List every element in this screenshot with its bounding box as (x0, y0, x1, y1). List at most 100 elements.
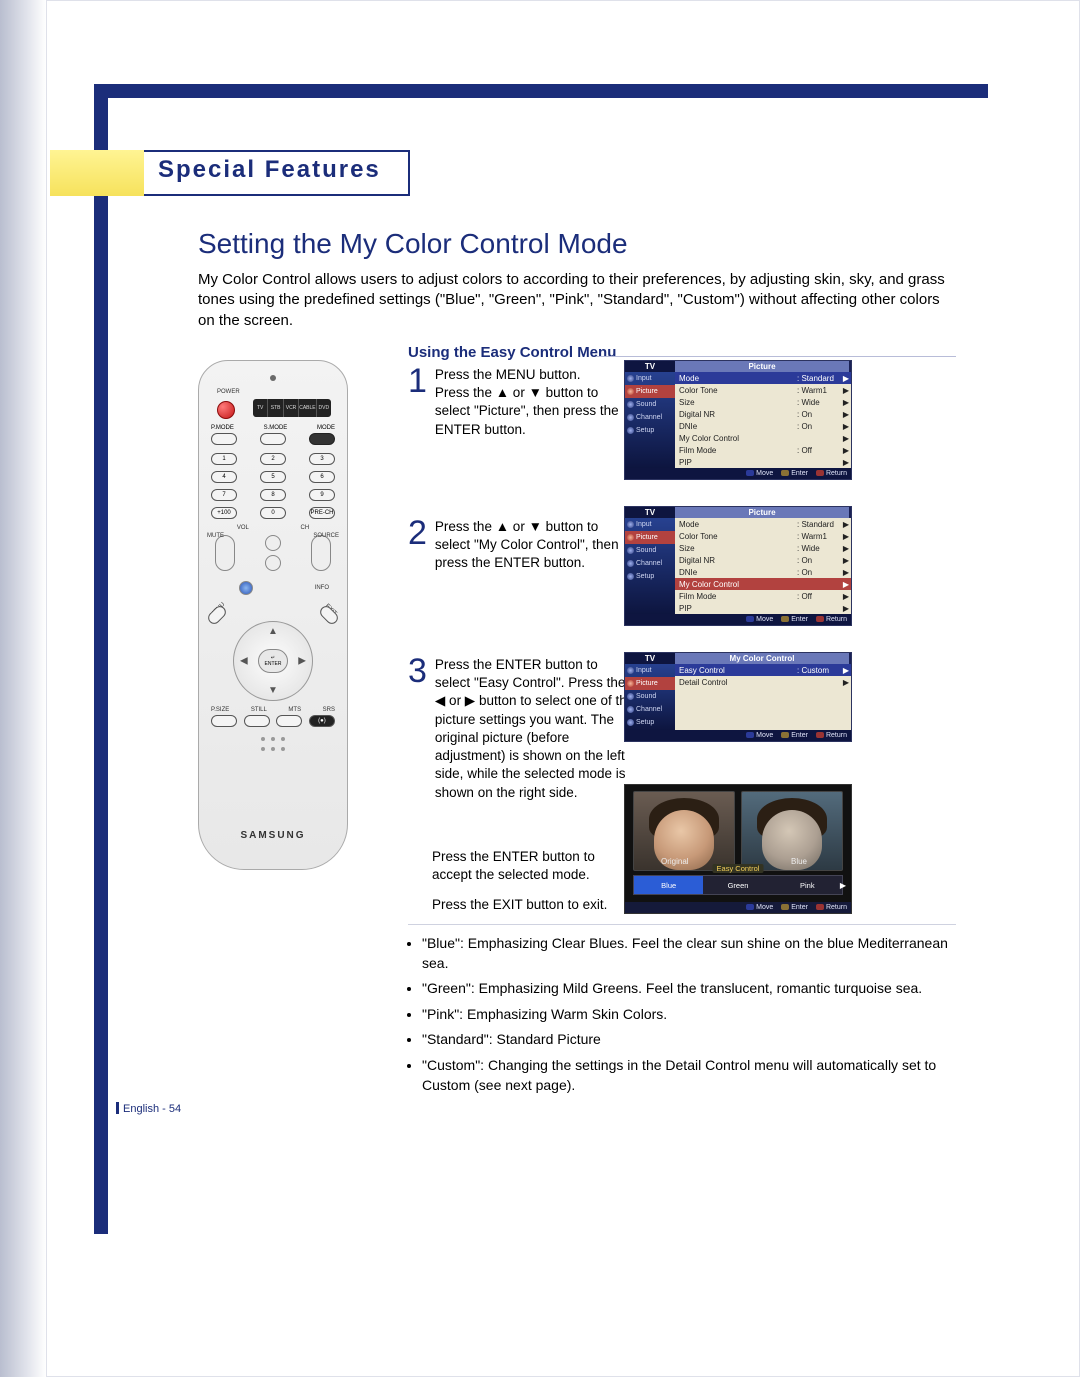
mts-button[interactable] (276, 715, 302, 727)
info-label: INFO (315, 585, 329, 591)
osd-row[interactable]: Easy Control: Custom▶ (675, 664, 851, 676)
mode-button[interactable] (309, 433, 335, 445)
num-9[interactable]: 9 (309, 489, 335, 501)
strip-vcr[interactable]: VCR (284, 399, 299, 417)
step-1-text: Press the MENU button. Press the ▲ or ▼ … (435, 366, 635, 439)
numpad-row-2: 4 5 6 (211, 471, 335, 483)
osd-nav-input[interactable]: Input (625, 372, 675, 385)
num-5[interactable]: 5 (260, 471, 286, 483)
osd-nav-channel[interactable]: Channel (625, 703, 675, 716)
exit-button[interactable] (318, 604, 341, 627)
preview-opt-blue[interactable]: Blue (634, 876, 703, 894)
psize-button[interactable] (211, 715, 237, 727)
osd-tv-badge: TV (625, 507, 675, 518)
strip-tv[interactable]: TV (253, 399, 268, 417)
power-button[interactable] (217, 401, 235, 419)
manual-page: Special Features Setting the My Color Co… (0, 0, 1080, 1377)
strip-dvd[interactable]: DVD (317, 399, 331, 417)
still-button[interactable] (244, 715, 270, 727)
osd-row[interactable]: Detail Control▶ (675, 676, 851, 688)
pmode-button[interactable] (211, 433, 237, 445)
nav-dpad[interactable]: ▲ ▼ ◀ ▶ ↵ ENTER (233, 621, 313, 701)
preview-opt-green[interactable]: Green (703, 876, 772, 894)
srs-button[interactable]: (●) (309, 715, 335, 727)
smode-label: S.MODE (264, 425, 288, 431)
num-plus100[interactable]: +100 (211, 507, 237, 519)
ch-up-small[interactable] (265, 535, 281, 551)
num-2[interactable]: 2 (260, 453, 286, 465)
step-3: 3 Press the ENTER button to select "Easy… (408, 656, 635, 802)
osd-row[interactable]: Digital NR: On▶ (675, 408, 851, 420)
device-selector-strip[interactable]: TV STB VCR CABLE DVD (253, 399, 331, 417)
smode-button[interactable] (260, 433, 286, 445)
osd-nav-picture[interactable]: Picture (625, 677, 675, 690)
osd-nav-setup[interactable]: Setup (625, 424, 675, 437)
preview-option-bar: Blue Green Pink▶ (633, 875, 843, 895)
num-1[interactable]: 1 (211, 453, 237, 465)
down-arrow-icon[interactable]: ▼ (268, 685, 278, 696)
prech-button[interactable]: PRE-CH (309, 507, 335, 519)
numpad-row-3: 7 8 9 (211, 489, 335, 501)
strip-cable[interactable]: CABLE (299, 399, 316, 417)
strip-stb[interactable]: STB (268, 399, 283, 417)
num-8[interactable]: 8 (260, 489, 286, 501)
num-6[interactable]: 6 (309, 471, 335, 483)
step-1-number: 1 (408, 366, 427, 439)
osd-row[interactable]: My Color Control▶ (675, 578, 851, 590)
osd-row[interactable]: My Color Control▶ (675, 432, 851, 444)
step-3-text-a: Press the ENTER button to select "Easy C… (435, 656, 635, 802)
up-arrow-icon[interactable]: ▲ (268, 626, 278, 637)
channel-rocker[interactable] (311, 535, 331, 571)
osd-row[interactable]: Size: Wide▶ (675, 542, 851, 554)
osd-nav-channel[interactable]: Channel (625, 557, 675, 570)
osd-row[interactable]: Mode: Standard▶ (675, 518, 851, 530)
osd-row[interactable]: PIP▶ (675, 602, 851, 614)
osd-nav-picture[interactable]: Picture (625, 531, 675, 544)
osd-row[interactable]: DNIe: On▶ (675, 566, 851, 578)
osd-nav-sound[interactable]: Sound (625, 544, 675, 557)
osd-row[interactable]: DNIe: On▶ (675, 420, 851, 432)
osd-3-hints: Move Enter Return (625, 730, 851, 741)
osd-nav-picture[interactable]: Picture (625, 385, 675, 398)
osd-nav-sound[interactable]: Sound (625, 690, 675, 703)
anynet-button[interactable] (239, 581, 253, 595)
ch-down-small[interactable] (265, 555, 281, 571)
numpad-row-4: +100 0 PRE-CH (211, 507, 335, 519)
hint-move: Move (746, 470, 773, 477)
osd-row[interactable]: PIP▶ (675, 456, 851, 468)
osd-2-title: Picture (675, 507, 849, 518)
osd-row[interactable]: Film Mode: Off▶ (675, 444, 851, 456)
osd-nav-channel[interactable]: Channel (625, 411, 675, 424)
preview-hints: Move Enter Return (625, 902, 851, 913)
osd-3-title: My Color Control (675, 653, 849, 664)
hint-move: Move (746, 732, 773, 739)
osd-row[interactable]: Size: Wide▶ (675, 396, 851, 408)
osd-row[interactable]: Color Tone: Warm1▶ (675, 384, 851, 396)
dot-row-1 (261, 737, 285, 741)
osd-left-nav: Input Picture Sound Channel Setup (625, 664, 675, 730)
osd-nav-setup[interactable]: Setup (625, 716, 675, 729)
left-arrow-icon[interactable]: ◀ (240, 656, 248, 667)
right-arrow-icon[interactable]: ▶ (298, 656, 306, 667)
osd-nav-input[interactable]: Input (625, 518, 675, 531)
enter-button[interactable]: ↵ ENTER (258, 649, 288, 673)
volume-rocker[interactable] (215, 535, 235, 571)
bullet-item: "Standard": Standard Picture (422, 1030, 956, 1050)
num-3[interactable]: 3 (309, 453, 335, 465)
num-4[interactable]: 4 (211, 471, 237, 483)
num-0[interactable]: 0 (260, 507, 286, 519)
mode-label: MODE (317, 425, 335, 431)
page-gutter (0, 0, 46, 1377)
osd-row[interactable]: Digital NR: On▶ (675, 554, 851, 566)
chapter-title: Special Features (158, 156, 381, 184)
psize-label: P.SIZE (211, 707, 229, 713)
preview-opt-pink[interactable]: Pink▶ (773, 876, 842, 894)
osd-nav-sound[interactable]: Sound (625, 398, 675, 411)
numpad-row-1: 1 2 3 (211, 453, 335, 465)
osd-nav-setup[interactable]: Setup (625, 570, 675, 583)
num-7[interactable]: 7 (211, 489, 237, 501)
osd-row[interactable]: Color Tone: Warm1▶ (675, 530, 851, 542)
osd-nav-input[interactable]: Input (625, 664, 675, 677)
osd-row[interactable]: Film Mode: Off▶ (675, 590, 851, 602)
osd-row[interactable]: Mode: Standard▶ (675, 372, 851, 384)
